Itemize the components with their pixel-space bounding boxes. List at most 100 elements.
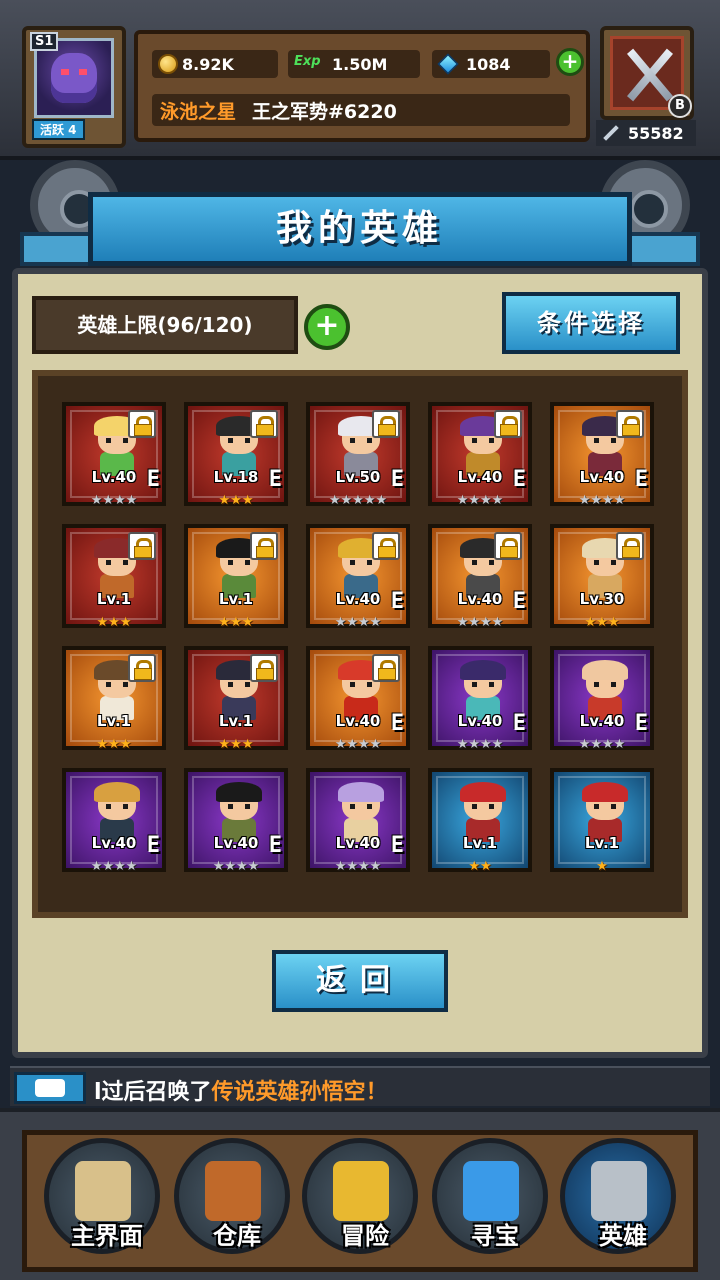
hero-card[interactable]: Lv.40 E ★★★★ xyxy=(306,768,410,874)
hero-stars: ★★★ xyxy=(96,615,132,630)
sword-icon xyxy=(333,1161,389,1221)
ticker-highlight: 传说英雄孙悟空 xyxy=(211,1080,366,1105)
hero-stars: ★ xyxy=(596,859,608,874)
player-avatar[interactable]: S1 活跃 4 xyxy=(22,26,126,148)
hero-card[interactable]: Lv.1 ★★★ xyxy=(184,524,288,630)
lock-icon[interactable] xyxy=(494,532,522,560)
hero-equip-badge: E xyxy=(634,467,648,492)
hero-equip-badge: E xyxy=(146,833,160,858)
lock-icon[interactable] xyxy=(128,654,156,682)
nav-adventure[interactable]: 冒险 xyxy=(302,1138,418,1254)
hero-stars: ★★★★ xyxy=(456,737,504,752)
hero-stars: ★★★★ xyxy=(334,737,382,752)
hero-card[interactable]: Lv.1 ★★★ xyxy=(62,524,166,630)
hero-card[interactable]: Lv.40 E ★★★★ xyxy=(550,646,654,752)
hero-equip-badge: E xyxy=(390,589,404,614)
exp-value: 1.50M xyxy=(332,54,388,74)
diamond-value: 1084 xyxy=(466,54,511,74)
nav-label-warehouse: 仓库 xyxy=(213,1222,261,1250)
player-name: 王之军势#6220 xyxy=(252,100,397,123)
page-title: 我的英雄 xyxy=(275,208,444,249)
server-badge: S1 xyxy=(30,32,59,51)
hero-card[interactable]: Lv.50 E ★★★★★ xyxy=(306,402,410,508)
lock-icon[interactable] xyxy=(372,654,400,682)
nav-heroes[interactable]: 英雄 xyxy=(560,1138,676,1254)
chat-icon[interactable] xyxy=(14,1072,86,1104)
hero-card[interactable]: Lv.1 ★ xyxy=(550,768,654,874)
ticker-text: l过后召唤了传说英雄孙悟空！ xyxy=(94,1074,388,1106)
hero-card[interactable]: Lv.30 ★★★ xyxy=(550,524,654,630)
hero-card[interactable]: Lv.40 E ★★★★ xyxy=(428,402,532,508)
hero-level: Lv.30 xyxy=(579,590,625,608)
hero-card[interactable]: Lv.1 ★★ xyxy=(428,768,532,874)
hero-equip-badge: E xyxy=(390,711,404,736)
rank-badge: B xyxy=(668,94,692,118)
lock-icon[interactable] xyxy=(250,410,278,438)
hero-grid: Lv.40 E ★★★★ Lv.18 E ★★★ Lv.50 E ★★★★★ Lv.40 E ★★★★… xyxy=(62,402,654,874)
hero-stars: ★★★ xyxy=(218,615,254,630)
gold-counter: 8.92K xyxy=(152,50,278,78)
page-title-banner: 我的英雄 xyxy=(88,192,632,266)
ticker-suffix: ！ xyxy=(365,1080,388,1105)
hero-level: Lv.1 xyxy=(218,712,254,730)
hero-stars: ★★★ xyxy=(584,615,620,630)
ticker-prefix: l过后召唤了 xyxy=(94,1080,212,1105)
exp-counter: Exp 1.50M xyxy=(288,50,420,78)
player-info-panel: 8.92K Exp 1.50M 1084 + 泳池之星 王之军势#6220 xyxy=(134,30,590,142)
nav-main[interactable]: 主界面 xyxy=(44,1138,160,1254)
lock-icon[interactable] xyxy=(128,410,156,438)
exp-icon: Exp xyxy=(294,54,321,69)
hero-equip-badge: E xyxy=(268,833,282,858)
hero-card[interactable]: Lv.1 ★★★ xyxy=(184,646,288,752)
coin-icon xyxy=(158,54,178,74)
nav-warehouse[interactable]: 仓库 xyxy=(174,1138,290,1254)
lock-icon[interactable] xyxy=(616,532,644,560)
hero-stars: ★★★ xyxy=(218,493,254,508)
hero-card[interactable]: Lv.40 E ★★★★ xyxy=(428,524,532,630)
hero-stars: ★★★ xyxy=(96,737,132,752)
back-button[interactable]: 返回 xyxy=(272,950,448,1012)
hero-card[interactable]: Lv.40 E ★★★★ xyxy=(306,524,410,630)
hero-card[interactable]: Lv.18 E ★★★ xyxy=(184,402,288,508)
hero-equip-badge: E xyxy=(512,711,526,736)
hero-card[interactable]: Lv.40 E ★★★★ xyxy=(428,646,532,752)
lock-icon[interactable] xyxy=(616,410,644,438)
add-diamond-button[interactable]: + xyxy=(556,48,584,76)
filter-button[interactable]: 条件选择 xyxy=(502,292,680,354)
hero-card[interactable]: Lv.40 E ★★★★ xyxy=(184,768,288,874)
hero-card[interactable]: Lv.1 ★★★ xyxy=(62,646,166,752)
hero-equip-badge: E xyxy=(512,467,526,492)
hero-equip-badge: E xyxy=(146,467,160,492)
lock-icon[interactable] xyxy=(250,654,278,682)
hero-stars: ★★★★ xyxy=(456,615,504,630)
hero-card[interactable]: Lv.40 E ★★★★ xyxy=(62,402,166,508)
diamond-icon xyxy=(437,53,459,75)
nav-label-heroes: 英雄 xyxy=(599,1222,647,1250)
guild-name: 泳池之星 xyxy=(160,100,237,123)
sword-icon xyxy=(603,125,619,141)
hero-stars: ★★★★ xyxy=(334,859,382,874)
top-header: S1 活跃 4 8.92K Exp 1.50M 1084 + 泳池之星 王之军势… xyxy=(0,0,720,160)
hero-card[interactable]: Lv.40 E ★★★★ xyxy=(62,768,166,874)
hero-stars: ★★★ xyxy=(218,737,254,752)
hero-stars: ★★★★ xyxy=(578,493,626,508)
equipment-slot[interactable]: B xyxy=(600,26,694,120)
hero-stars: ★★★★ xyxy=(456,493,504,508)
hero-card[interactable]: Lv.40 E ★★★★ xyxy=(550,402,654,508)
lock-icon[interactable] xyxy=(494,410,522,438)
hero-grid-frame[interactable]: Lv.40 E ★★★★ Lv.18 E ★★★ Lv.50 E ★★★★★ Lv.40 E ★★★★… xyxy=(32,370,688,918)
hero-level: Lv.1 xyxy=(96,590,132,608)
nav-treasure[interactable]: 寻宝 xyxy=(432,1138,548,1254)
hero-equip-badge: E xyxy=(390,833,404,858)
lock-icon[interactable] xyxy=(372,532,400,560)
announcement-ticker: l过后召唤了传说英雄孙悟空！ xyxy=(10,1066,710,1106)
lock-icon[interactable] xyxy=(250,532,278,560)
hero-card[interactable]: Lv.40 E ★★★★ xyxy=(306,646,410,752)
hero-stars: ★★★★ xyxy=(212,859,260,874)
expand-limit-button[interactable]: + xyxy=(304,304,350,350)
lock-icon[interactable] xyxy=(372,410,400,438)
hero-level: Lv.1 xyxy=(96,712,132,730)
lock-icon[interactable] xyxy=(128,532,156,560)
diamond-counter: 1084 xyxy=(432,50,550,78)
hero-equip-badge: E xyxy=(390,467,404,492)
